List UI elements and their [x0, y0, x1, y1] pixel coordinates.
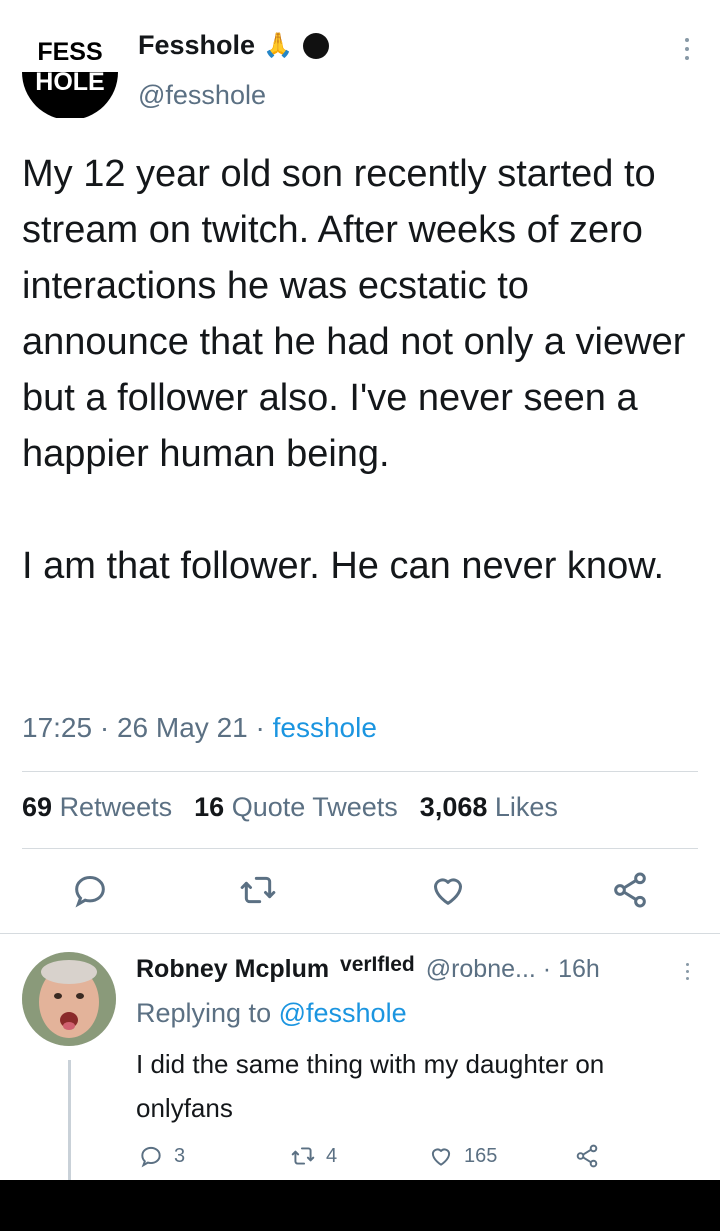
verified-label: verIfIed: [340, 953, 415, 976]
reply-text: I did the same thing with my daughter on…: [136, 1049, 605, 1123]
retweet-icon: [291, 1147, 315, 1165]
author-name-text: Fesshole: [138, 30, 256, 60]
reply-more-options-icon[interactable]: [684, 963, 690, 980]
quotes-label: Quote Tweets: [231, 792, 398, 822]
more-options-icon[interactable]: [684, 38, 690, 60]
divider: [0, 933, 720, 934]
share-icon: [576, 1144, 598, 1168]
logo-text-bottom: HOLE: [35, 68, 104, 96]
tweet-meta: 17:25 · 26 May 21 · fesshole: [22, 712, 377, 744]
meta-separator: ·: [99, 712, 110, 743]
replying-to-mention[interactable]: @fesshole: [279, 998, 407, 1028]
likes-count: 3,068: [419, 792, 488, 822]
like-icon: [431, 1148, 451, 1166]
reply-icon[interactable]: [70, 870, 110, 910]
reply-like-count: 165: [464, 1144, 498, 1167]
tweet-action-bar: [0, 862, 720, 918]
share-icon[interactable]: [610, 870, 650, 910]
logo-text-top: FESS: [37, 38, 102, 66]
author-display-name[interactable]: Fesshole 🙏: [138, 30, 329, 61]
pray-emoji-icon: 🙏: [263, 32, 293, 59]
reply-author-handle[interactable]: @robne...: [426, 955, 536, 983]
author-handle[interactable]: @fesshole: [138, 80, 266, 111]
divider: [22, 771, 698, 772]
like-icon[interactable]: [428, 870, 468, 910]
retweets-count: 69: [22, 792, 53, 822]
reply-reply-button[interactable]: 3: [138, 1138, 185, 1174]
reply-like-button[interactable]: 165: [428, 1138, 497, 1174]
reply-time: 16h: [558, 955, 600, 983]
replying-to: Replying to @fesshole: [136, 998, 407, 1029]
tweet-screen: FESS HOLE Fesshole 🙏 @fesshole My 12 yea…: [0, 0, 720, 1180]
retweet-icon[interactable]: [238, 870, 278, 910]
quotes-stat[interactable]: 16 Quote Tweets: [194, 792, 398, 823]
reply-author-avatar[interactable]: [22, 952, 116, 1046]
reply-separator: ·: [542, 955, 552, 983]
likes-label: Likes: [494, 792, 558, 822]
replying-prefix: Replying to: [136, 998, 272, 1028]
reply-header: Robney Mcplum verIfIed @robne... · 16h: [136, 953, 600, 984]
divider: [22, 848, 698, 849]
tweet-time: 17:25: [22, 712, 93, 743]
tweet-text: My 12 year old son recently started to s…: [22, 153, 686, 587]
retweets-label: Retweets: [59, 792, 173, 822]
reply-action-bar: 3 4 165: [0, 1138, 720, 1174]
black-circle-icon: [302, 32, 329, 59]
reply-icon: [141, 1146, 161, 1168]
tweet-source-link[interactable]: fesshole: [273, 712, 377, 743]
likes-stat[interactable]: 3,068 Likes: [420, 792, 558, 823]
reply-author-name[interactable]: Robney Mcplum: [136, 955, 329, 983]
reply-retweet-count: 4: [326, 1144, 338, 1167]
meta-separator: ·: [255, 712, 265, 743]
retweets-stat[interactable]: 69 Retweets: [22, 792, 172, 823]
fesshole-logo-avatar[interactable]: FESS HOLE: [22, 22, 118, 118]
quotes-count: 16: [194, 792, 225, 822]
tweet-stats: 69 Retweets 16 Quote Tweets 3,068 Likes: [22, 792, 558, 823]
reply-share-button[interactable]: [574, 1138, 600, 1174]
reply-retweet-button[interactable]: 4: [290, 1138, 337, 1174]
tweet-date: 26 May 21: [116, 712, 248, 743]
reply-reply-count: 3: [174, 1144, 186, 1167]
